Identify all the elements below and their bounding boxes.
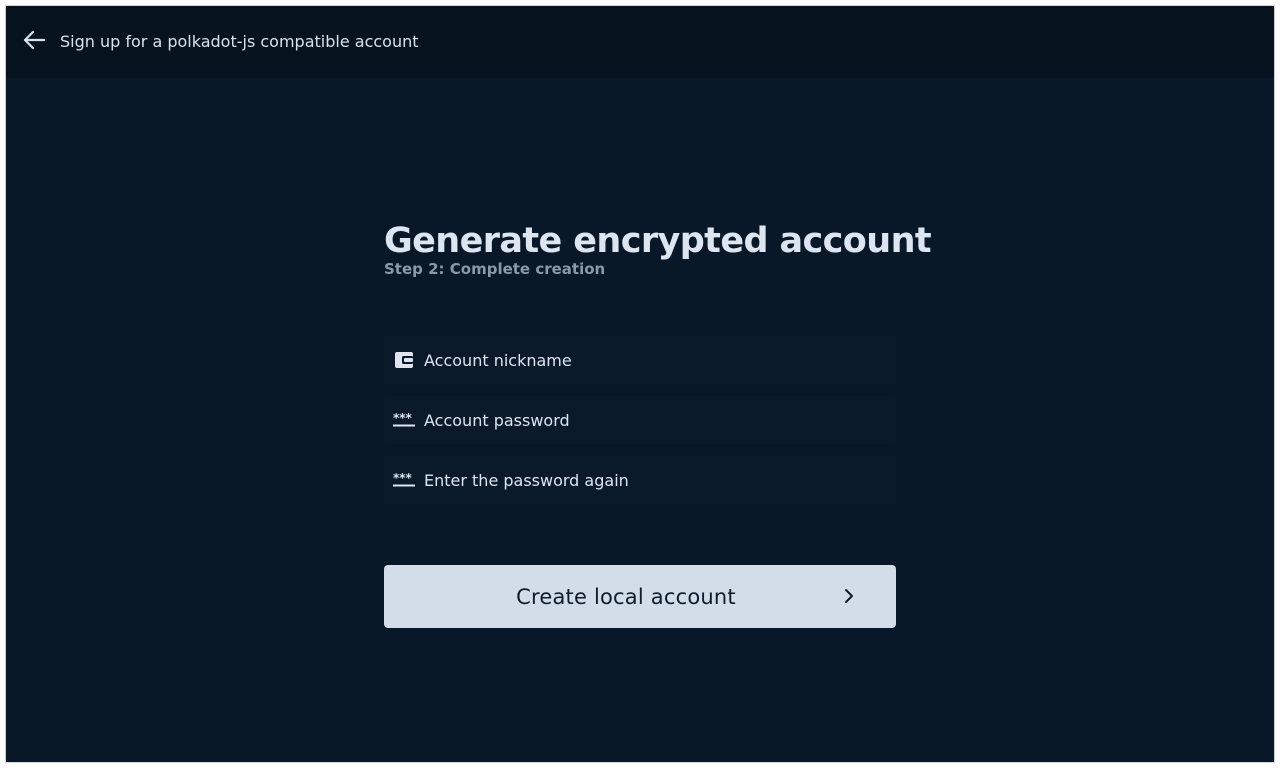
nickname-field[interactable] — [384, 336, 896, 384]
svg-text:***: *** — [393, 412, 413, 425]
password-input[interactable] — [422, 396, 884, 444]
password-icon: *** — [392, 410, 416, 430]
signup-form-panel: Generate encrypted account Step 2: Compl… — [384, 218, 932, 628]
top-bar: Sign up for a polkadot-js compatible acc… — [6, 6, 1274, 78]
svg-text:***: *** — [393, 472, 413, 485]
app-window: Sign up for a polkadot-js compatible acc… — [6, 6, 1274, 762]
account-fields: *** *** — [384, 336, 896, 516]
arrow-left-icon — [23, 30, 46, 54]
nickname-input[interactable] — [422, 336, 884, 384]
page-title: Generate encrypted account — [384, 221, 932, 261]
create-local-account-button[interactable]: Create local account — [384, 565, 896, 628]
password-confirm-input[interactable] — [422, 456, 884, 504]
password-icon: *** — [392, 470, 416, 490]
chevron-right-icon — [840, 587, 858, 605]
password-field[interactable]: *** — [384, 396, 896, 444]
back-button[interactable] — [20, 28, 48, 56]
password-confirm-field[interactable]: *** — [384, 456, 896, 504]
top-bar-title: Sign up for a polkadot-js compatible acc… — [60, 32, 419, 51]
wallet-icon — [392, 350, 416, 370]
create-button-label: Create local account — [516, 584, 736, 609]
